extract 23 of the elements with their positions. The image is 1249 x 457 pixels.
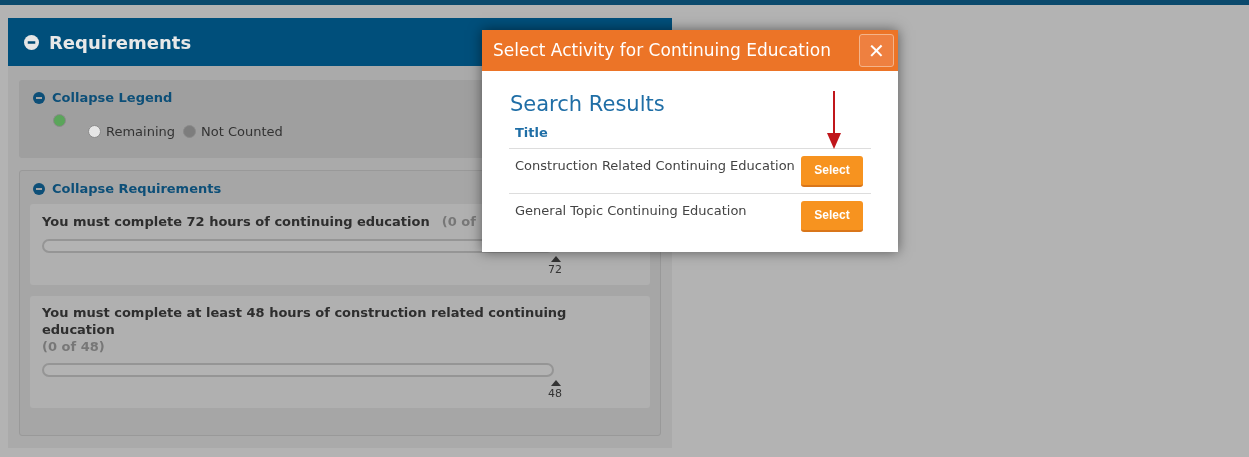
search-results-heading: Search Results — [510, 91, 666, 117]
requirement-count: (0 of — [441, 212, 476, 231]
requirement-text: You must complete 72 hours of continuing education — [42, 212, 430, 231]
select-button[interactable]: Select — [801, 155, 863, 187]
activity-title: Construction Related Continuing Education — [515, 156, 795, 175]
activity-title: General Topic Continuing Education — [515, 201, 747, 220]
legend-label: Not Counted — [201, 122, 283, 141]
collapse-icon[interactable] — [33, 182, 45, 195]
marker-label: 72 — [548, 262, 562, 278]
select-button[interactable]: Select — [801, 200, 863, 232]
close-button[interactable]: ✕ — [859, 34, 894, 67]
collapse-legend-link[interactable]: Collapse Legend — [33, 88, 173, 108]
collapse-icon[interactable] — [33, 91, 45, 104]
collapse-requirements-link[interactable]: Collapse Requirements — [33, 179, 222, 199]
marker-label: 48 — [548, 385, 562, 402]
marker-icon — [551, 379, 561, 386]
requirement-count: (0 of 48) — [42, 337, 106, 355]
legend-label: Remaining — [106, 122, 176, 141]
requirement-text: You must complete at least 48 hours of construction related continuing education — [42, 303, 568, 338]
panel-title: Requirements — [49, 30, 192, 55]
marker-icon — [551, 256, 561, 262]
dialog-title: Select Activity for Continuing Education — [493, 38, 831, 62]
collapse-icon[interactable] — [24, 34, 39, 50]
